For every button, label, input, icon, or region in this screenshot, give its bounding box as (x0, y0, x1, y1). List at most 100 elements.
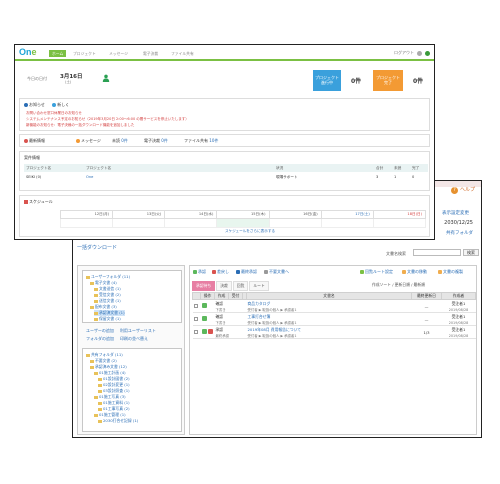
tab-decision[interactable]: 決裁 (216, 281, 232, 291)
move-document-button[interactable]: 文書の移動 (402, 269, 427, 275)
nav-approval[interactable]: 電子決裁 (143, 50, 158, 57)
flow-unread[interactable]: 未読 0件 (112, 138, 128, 144)
to-trash-button[interactable]: 不要文書へ (264, 269, 289, 275)
cal-cell[interactable] (268, 218, 322, 228)
document-link[interactable]: 工事打合せ簿 (248, 314, 271, 319)
row-checkbox[interactable] (193, 316, 198, 321)
approve-button[interactable]: 承認 (193, 269, 206, 275)
matter-table: プロジェクト名 プロジェクト名 状況 合計 未読 完了 SEIKI (0) On… (24, 164, 428, 182)
route-info: 受付者 ▶ 取扱の個人 ▶ 承認者1 (247, 320, 297, 325)
row-date: — (411, 312, 442, 326)
cal-day[interactable]: 14日(水) (164, 210, 218, 219)
flow-message[interactable]: メッセージ (76, 138, 101, 144)
folder-icon (90, 305, 94, 309)
notice-line[interactable]: システムメンテナンス予定のお知らせ（2019年3月20日 2:00〜6:00 の… (26, 117, 189, 122)
project-in-progress-card[interactable]: プロジェクト 進行中 (313, 70, 341, 91)
search-button[interactable]: 検索 (463, 249, 479, 256)
table-row[interactable]: SEIKI (0) One 現場サポート 3 1 0 (24, 172, 428, 182)
route-info: 受付者 ▶ 取扱の個人 ▶ 承認者1 (247, 307, 297, 312)
cal-day[interactable]: 13日(火) (112, 210, 166, 219)
table-row[interactable]: 確認 下書き 工事打合せ簿 受付者 ▶ 取扱の個人 ▶ 承認者1 — 受注者1 201… (192, 312, 476, 326)
tree-item[interactable]: 2030打合せ記録 (1) (98, 418, 138, 424)
send-back-button[interactable]: 差戻し (212, 269, 229, 275)
nav-message[interactable]: メッセージ (109, 50, 128, 57)
document-link[interactable]: 商品カタログ (248, 301, 271, 306)
folder-icon (94, 287, 98, 291)
add-user-link[interactable]: ユーザーの追加 (86, 328, 114, 334)
approve-icon[interactable] (201, 329, 207, 334)
settings-icon[interactable] (417, 50, 422, 56)
cal-cell-today[interactable] (216, 218, 270, 228)
folder-icon (94, 311, 98, 315)
logout-link[interactable]: ログアウト (394, 50, 414, 55)
search-input[interactable] (413, 249, 461, 256)
more-schedule-link[interactable]: スケジュールをさらに表示する (225, 229, 275, 234)
reorder-link[interactable]: 印刷の並べ替え (120, 336, 148, 342)
add-folder-link[interactable]: フォルダの追加 (86, 336, 114, 342)
copy-document-button[interactable]: 文書の複製 (438, 269, 463, 275)
help-icon: ? (450, 187, 458, 194)
reject-icon[interactable] (207, 329, 213, 334)
col-updated: 最終更新日 (411, 292, 442, 300)
matter-section: 案件情報 プロジェクト名 プロジェクト名 状況 合計 未読 完了 SEIKI (… (19, 151, 430, 191)
cal-day[interactable]: 12日(月) (59, 210, 114, 219)
nav-project[interactable]: プロジェクト (73, 50, 96, 57)
folder-icon (94, 293, 98, 297)
cal-day[interactable]: 16日(金) (268, 210, 322, 219)
shared-folder-link[interactable]: 共有フォルダ (446, 230, 473, 236)
folder-icon (94, 413, 98, 417)
cal-cell[interactable] (59, 218, 114, 228)
tree-action-links: ユーザーの追加 利用ユーザーリスト フォルダの追加 印刷の並べ替え (86, 328, 156, 342)
route-settings-button[interactable]: 回覧ルート設定 (360, 269, 393, 275)
row-author-date: 2019/08/28 (448, 307, 469, 312)
approve-icon[interactable] (201, 316, 207, 321)
schedule-calendar: 12日(月) 13日(火) 14日(水) 15日(木) 16日(金) 17日(土… (59, 210, 427, 228)
flow-approval[interactable]: 電子決裁 0件 (144, 138, 168, 144)
info-icon (24, 103, 28, 107)
notice-line[interactable]: 新機能のお知らせ：電子決裁の一括ダウンロード機能を追加しました (26, 123, 134, 128)
date-area: 今日の日付 3月16日 (土) (27, 68, 177, 88)
nav-file-share[interactable]: ファイル共有 (171, 50, 194, 57)
cal-cell[interactable] (112, 218, 166, 228)
nav-home[interactable]: ホーム (49, 50, 67, 57)
table-row[interactable]: 確認 下書き 商品カタログ 受付者 ▶ 取扱の個人 ▶ 承認者1 — 受注者1 201… (192, 299, 476, 313)
cell-unread: 1 (394, 175, 397, 179)
row-checkbox[interactable] (193, 303, 198, 308)
folder-icon (90, 281, 94, 285)
cal-day[interactable]: 18日(日) (372, 210, 427, 219)
row-checkbox[interactable] (193, 329, 198, 334)
folder-icon (94, 395, 98, 399)
display-settings-link[interactable]: 表示設定変更 (442, 210, 469, 216)
cal-cell[interactable] (164, 218, 218, 228)
row-substatus: 下書き (215, 320, 226, 325)
user-icon[interactable] (425, 50, 430, 56)
cal-day[interactable]: 15日(木) (216, 210, 270, 219)
tree-item[interactable]: 保留文書 (1) (94, 316, 121, 322)
bulk-download-link[interactable]: 一括ダウンロード (77, 244, 117, 251)
cal-day[interactable]: 17日(土) (320, 210, 374, 219)
app-logo[interactable]: One (19, 47, 37, 57)
document-link[interactable]: 2019年08月 費用報告について (248, 327, 302, 332)
top-navbar: One ホーム プロジェクト メッセージ 電子決裁 ファイル共有 ログアウト (15, 45, 434, 61)
cal-cell[interactable] (320, 218, 374, 228)
approve-icon[interactable] (201, 303, 207, 308)
col-check (192, 292, 201, 300)
user-list-link[interactable]: 利用ユーザーリスト (120, 328, 156, 334)
calendar-icon (24, 200, 28, 204)
project-done-card[interactable]: プロジェクト 完了 (373, 70, 403, 91)
col-document-name: 文書名 (246, 292, 412, 300)
notice-line[interactable]: お問い合わせ窓口休業日のお知らせ (26, 111, 82, 116)
user-icon (102, 74, 110, 82)
final-approve-button[interactable]: 最終承認 (236, 269, 257, 275)
table-row[interactable]: 承認 最終承認 2019年08月 費用報告について 受付者 ▶ 取扱の個人 ▶ 承認… (192, 325, 476, 339)
tab-circulation[interactable]: 回覧 (232, 281, 249, 291)
sort-info[interactable]: 作成ソート / 更新日順 / 最新順 (372, 282, 425, 288)
search-label: 文書名検索 (386, 251, 406, 256)
document-table: 操作 作成 受付 文書名 最終更新日 作成者 確認 下書き 商品カタログ 受付者 ▶… (192, 292, 476, 339)
cal-cell[interactable] (372, 218, 427, 228)
flow-file-share[interactable]: ファイル共有 10件 (184, 138, 218, 144)
tab-route[interactable]: ルート (249, 281, 269, 291)
row-date: 1/3 (411, 325, 442, 339)
help-button[interactable]: ? ヘルプ (450, 186, 475, 194)
tab-pending[interactable]: 承認待ち (192, 281, 216, 291)
